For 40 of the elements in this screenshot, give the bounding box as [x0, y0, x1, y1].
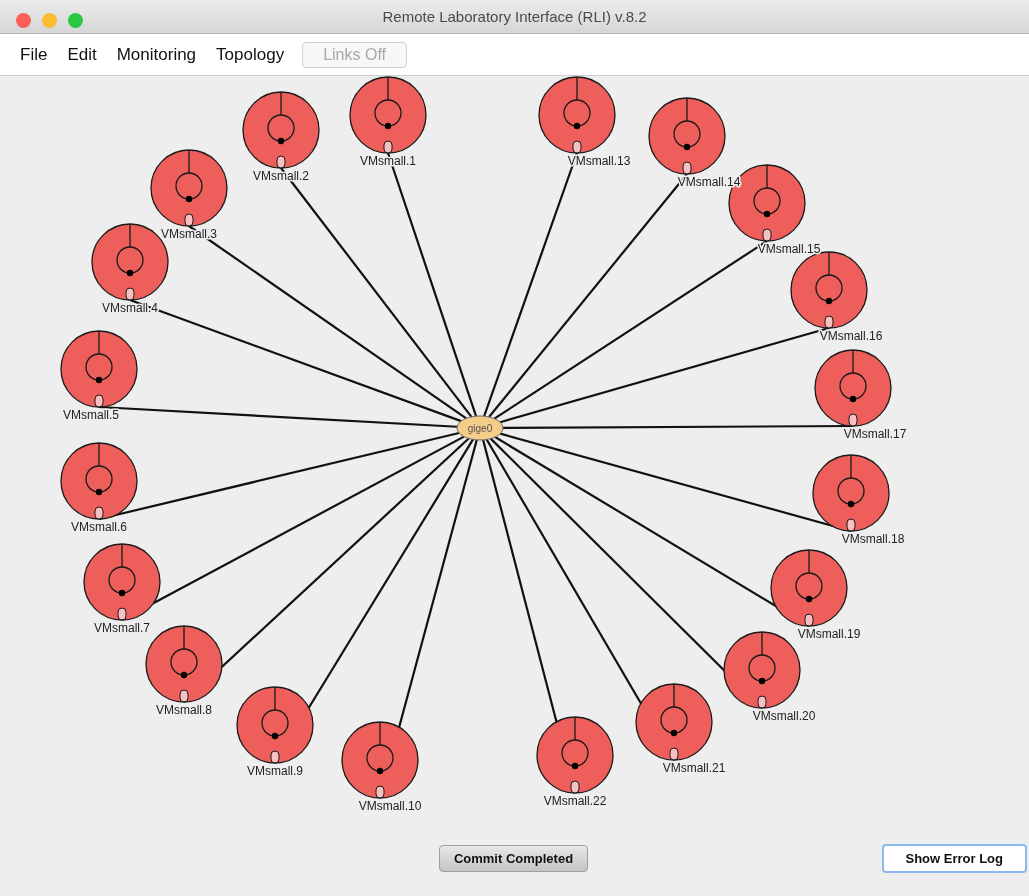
vm-node[interactable] — [538, 76, 616, 154]
switch-node[interactable] — [456, 415, 504, 441]
vm-node[interactable] — [83, 543, 161, 621]
node-label: VMsmall.15 — [757, 242, 821, 256]
menu-item[interactable]: File — [10, 44, 58, 65]
node-label: VMsmall.9 — [247, 764, 303, 778]
node-label: VMsmall.16 — [819, 329, 883, 343]
window-title: Remote Laboratory Interface (RLI) v.8.2 — [382, 8, 647, 25]
vm-node[interactable] — [150, 149, 228, 227]
vm-node[interactable] — [770, 549, 848, 627]
vm-node[interactable] — [341, 721, 419, 799]
node-label: gige0 — [467, 423, 493, 434]
vm-node[interactable] — [60, 442, 138, 520]
node-label: VMsmall.17 — [843, 427, 907, 441]
node-label: VMsmall.7 — [94, 621, 150, 635]
menu-item[interactable]: Topology — [206, 44, 295, 65]
vm-node[interactable] — [236, 686, 314, 764]
node-label: VMsmall.6 — [71, 520, 127, 534]
node-label: VMsmall.22 — [543, 794, 607, 808]
node-label: VMsmall.5 — [63, 408, 119, 422]
vm-node[interactable] — [635, 683, 713, 761]
node-label: VMsmall.8 — [156, 703, 212, 717]
node-label: VMsmall.4 — [102, 301, 158, 315]
node-label: VMsmall.10 — [358, 799, 422, 813]
node-label: VMsmall.21 — [662, 761, 726, 775]
vm-node[interactable] — [536, 716, 614, 794]
vm-node[interactable] — [790, 251, 868, 329]
vm-node[interactable] — [349, 76, 427, 154]
action-button[interactable]: Show Error Log — [881, 844, 1027, 873]
vm-node[interactable] — [242, 91, 320, 169]
menu-item[interactable]: Edit — [57, 44, 107, 65]
vm-node[interactable] — [814, 349, 892, 427]
menu-item[interactable]: Monitoring — [106, 44, 207, 65]
action-button[interactable]: Commit Completed — [438, 845, 589, 872]
node-label: VMsmall.19 — [797, 627, 861, 641]
node-label: VMsmall.18 — [841, 532, 905, 546]
vm-node[interactable] — [812, 454, 890, 532]
vm-node[interactable] — [648, 97, 726, 175]
node-label: VMsmall.20 — [752, 709, 816, 723]
vm-node[interactable] — [60, 330, 138, 408]
